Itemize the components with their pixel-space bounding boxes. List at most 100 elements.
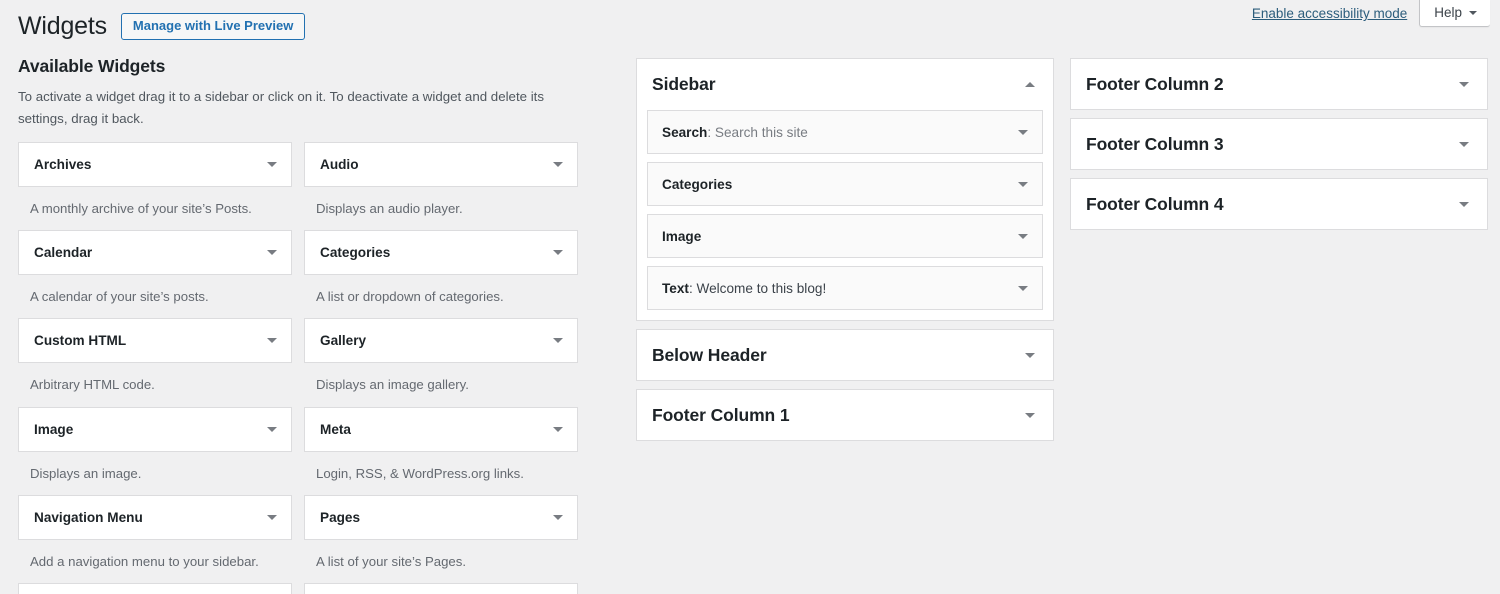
available-widget-description: A list or dropdown of categories. xyxy=(304,275,578,318)
available-widget-title: Archives xyxy=(34,157,267,172)
assigned-widget-type: Text xyxy=(662,281,689,296)
available-widgets-intro: To activate a widget drag it to a sideba… xyxy=(18,86,566,129)
sidebar-panel-header[interactable]: Footer Column 1 xyxy=(637,390,1053,440)
available-widget-description: Displays an audio player. xyxy=(304,187,578,230)
available-widget-card[interactable]: Archives xyxy=(18,142,292,187)
available-widget-card[interactable]: Audio xyxy=(304,142,578,187)
available-widget-cell: Recent Posts xyxy=(304,583,578,594)
available-widget-card[interactable]: Image xyxy=(18,407,292,452)
assigned-widget[interactable]: Image xyxy=(647,214,1043,258)
sidebar-panel-header[interactable]: Footer Column 3 xyxy=(1071,119,1487,169)
available-widget-title: Gallery xyxy=(320,333,553,348)
available-widget-card[interactable]: Navigation Menu xyxy=(18,495,292,540)
available-widget-card[interactable]: Recent Posts xyxy=(304,583,578,594)
available-widget-cell: ImageDisplays an image. xyxy=(18,407,292,495)
available-widget-description: Displays an image gallery. xyxy=(304,363,578,406)
available-widget-title: Categories xyxy=(320,245,553,260)
available-widget-description: A monthly archive of your site’s Posts. xyxy=(18,187,292,230)
chevron-down-icon[interactable] xyxy=(553,427,563,432)
sidebar-panel-title: Sidebar xyxy=(652,74,1025,95)
chevron-down-icon[interactable] xyxy=(1025,353,1035,358)
available-widget-description: Displays an image. xyxy=(18,452,292,495)
assigned-widget[interactable]: Text: Welcome to this blog! xyxy=(647,266,1043,310)
available-widget-cell: Pages A list of your site’s Pages. xyxy=(304,495,578,583)
sidebars-column-1: Sidebar Search: Search this site Categorie… xyxy=(636,58,1054,449)
sidebar-panel-title: Footer Column 3 xyxy=(1086,134,1459,155)
assigned-widget-type: Image xyxy=(662,229,701,244)
available-widget-card[interactable]: Meta xyxy=(304,407,578,452)
sidebar-panel-title: Below Header xyxy=(652,345,1025,366)
chevron-down-icon[interactable] xyxy=(267,338,277,343)
sidebar-panel: Footer Column 3 xyxy=(1070,118,1488,170)
assigned-widget-separator: : xyxy=(689,281,697,296)
sidebar-panel: Footer Column 2 xyxy=(1070,58,1488,110)
available-widget-card[interactable]: Categories xyxy=(304,230,578,275)
sidebars-column-2: Footer Column 2 Footer Column 3 Footer Col… xyxy=(1070,58,1488,238)
help-label: Help xyxy=(1434,5,1462,20)
chevron-down-icon[interactable] xyxy=(553,515,563,520)
chevron-down-icon[interactable] xyxy=(553,338,563,343)
available-widget-title: Calendar xyxy=(34,245,267,260)
sidebar-panel: Footer Column 4 xyxy=(1070,178,1488,230)
sidebar-panel-header[interactable]: Below Header xyxy=(637,330,1053,380)
available-widget-card[interactable]: Gallery xyxy=(304,318,578,363)
chevron-down-icon xyxy=(1469,11,1477,15)
available-widget-cell: AudioDisplays an audio player. xyxy=(304,142,578,230)
chevron-down-icon[interactable] xyxy=(1018,234,1028,239)
sidebar-panel-title: Footer Column 2 xyxy=(1086,74,1459,95)
chevron-down-icon[interactable] xyxy=(553,250,563,255)
enable-accessibility-mode-link[interactable]: Enable accessibility mode xyxy=(1252,6,1407,21)
assigned-widget[interactable]: Search: Search this site xyxy=(647,110,1043,154)
manage-with-live-preview-button[interactable]: Manage with Live Preview xyxy=(121,13,305,40)
chevron-down-icon[interactable] xyxy=(267,427,277,432)
chevron-down-icon[interactable] xyxy=(267,162,277,167)
available-widget-cell: Gallery Displays an image gallery. xyxy=(304,318,578,406)
assigned-widget-label: Image xyxy=(662,229,1018,244)
assigned-widget-label: Search: Search this site xyxy=(662,125,1018,140)
available-widget-cell: Navigation Menu Add a navigation menu to … xyxy=(18,495,292,583)
available-widget-description: Add a navigation menu to your sidebar. xyxy=(18,540,292,583)
available-widget-card[interactable]: Custom HTML xyxy=(18,318,292,363)
assigned-widget-instance: Search this site xyxy=(715,125,808,140)
available-widget-cell: MetaLogin, RSS, & WordPress.org links. xyxy=(304,407,578,495)
chevron-down-icon[interactable] xyxy=(1459,142,1469,147)
sidebar-panel-header[interactable]: Footer Column 4 xyxy=(1071,179,1487,229)
available-widget-cell: Calendar A calendar of your site’s posts. xyxy=(18,230,292,318)
available-widget-description: Arbitrary HTML code. xyxy=(18,363,292,406)
available-widget-cell: Categories A list or dropdown of categori… xyxy=(304,230,578,318)
assigned-widget-type: Categories xyxy=(662,177,732,192)
chevron-down-icon[interactable] xyxy=(267,515,277,520)
available-widgets-grid: Archives A monthly archive of your site’s… xyxy=(18,142,600,594)
chevron-down-icon[interactable] xyxy=(1459,202,1469,207)
available-widget-cell: Recent Comments xyxy=(18,583,292,594)
chevron-down-icon[interactable] xyxy=(553,162,563,167)
available-widget-cell: Archives A monthly archive of your site’s… xyxy=(18,142,292,230)
help-toggle-button[interactable]: Help xyxy=(1419,0,1490,27)
available-widget-card[interactable]: Calendar xyxy=(18,230,292,275)
sidebar-panel-header[interactable]: Sidebar xyxy=(637,59,1053,109)
chevron-down-icon[interactable] xyxy=(1459,82,1469,87)
sidebar-panel: Below Header xyxy=(636,329,1054,381)
available-widget-card[interactable]: Recent Comments xyxy=(18,583,292,594)
assigned-widget[interactable]: Categories xyxy=(647,162,1043,206)
assigned-widget-instance: Welcome to this blog! xyxy=(697,281,827,296)
available-widget-cell: Custom HTMLArbitrary HTML code. xyxy=(18,318,292,406)
page-header: Widgets Manage with Live Preview Enable … xyxy=(0,0,1500,46)
header-actions: Enable accessibility mode Help xyxy=(1252,0,1500,27)
chevron-down-icon[interactable] xyxy=(267,250,277,255)
available-widget-card[interactable]: Pages xyxy=(304,495,578,540)
sidebar-panel-header[interactable]: Footer Column 2 xyxy=(1071,59,1487,109)
chevron-down-icon[interactable] xyxy=(1018,182,1028,187)
chevron-down-icon[interactable] xyxy=(1018,286,1028,291)
available-widget-description: A calendar of your site’s posts. xyxy=(18,275,292,318)
chevron-down-icon[interactable] xyxy=(1018,130,1028,135)
chevron-up-icon[interactable] xyxy=(1025,82,1035,87)
widgets-admin-page: Widgets Manage with Live Preview Enable … xyxy=(0,0,1500,594)
available-widget-title: Pages xyxy=(320,510,553,525)
available-widget-title: Navigation Menu xyxy=(34,510,267,525)
chevron-down-icon[interactable] xyxy=(1025,413,1035,418)
assigned-widget-label: Text: Welcome to this blog! xyxy=(662,281,1018,296)
available-widget-description: A list of your site’s Pages. xyxy=(304,540,578,583)
sidebar-panel-title: Footer Column 1 xyxy=(652,405,1025,426)
title-row: Widgets Manage with Live Preview xyxy=(18,10,305,43)
